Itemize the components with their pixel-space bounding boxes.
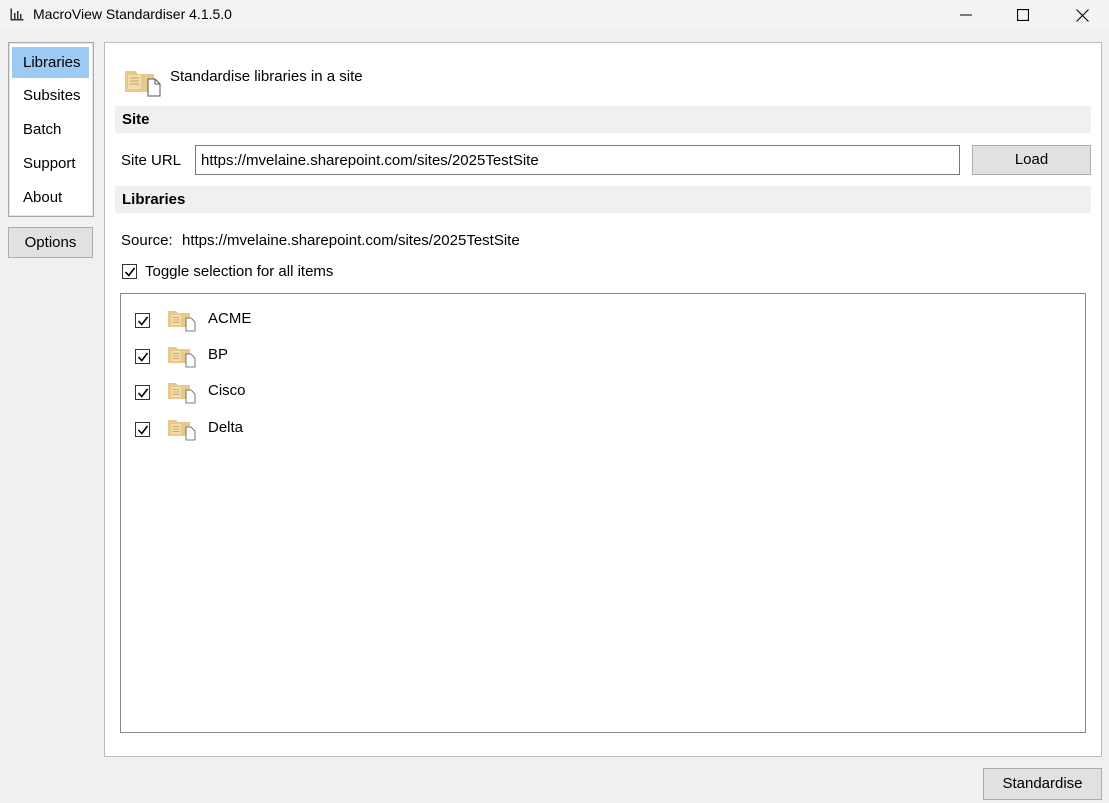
app-icon (10, 8, 24, 21)
toggle-all-checkbox[interactable] (122, 264, 137, 279)
checkmark-icon (137, 425, 149, 435)
source-label: Source: (121, 232, 173, 249)
nav-item-libraries[interactable]: Libraries (12, 47, 89, 78)
library-icon (168, 383, 196, 404)
library-name: Delta (208, 419, 244, 436)
site-url-label: Site URL (121, 152, 182, 169)
checkmark-icon (137, 316, 149, 326)
nav-item-subsites[interactable]: Subsites (12, 80, 89, 111)
library-checkbox[interactable] (135, 422, 150, 437)
toggle-all-label[interactable]: Toggle selection for all items (145, 263, 333, 280)
library-icon (125, 71, 161, 97)
library-icon (168, 311, 196, 332)
checkmark-icon (137, 388, 149, 398)
library-name: BP (208, 346, 229, 363)
library-icon (168, 347, 196, 368)
load-button[interactable]: Load (972, 145, 1091, 175)
close-button[interactable] (1053, 0, 1109, 30)
library-checkbox[interactable] (135, 313, 150, 328)
close-icon (1075, 8, 1089, 22)
maximize-icon (1017, 9, 1029, 21)
libraries-list (120, 293, 1086, 733)
nav-item-about[interactable]: About (12, 182, 89, 213)
library-checkbox[interactable] (135, 349, 150, 364)
checkmark-icon (137, 352, 149, 362)
maximize-button[interactable] (994, 0, 1052, 30)
libraries-section-header: Libraries (115, 186, 1091, 213)
nav-item-support[interactable]: Support (12, 148, 89, 179)
window-title: MacroView Standardiser 4.1.5.0 (33, 6, 232, 22)
minimize-icon (960, 14, 972, 16)
nav-item-batch[interactable]: Batch (12, 114, 89, 145)
library-checkbox[interactable] (135, 385, 150, 400)
library-icon (168, 420, 196, 441)
page-title: Standardise libraries in a site (170, 68, 363, 85)
nav-panel: Libraries Subsites Batch Support About (8, 42, 94, 217)
library-name: Cisco (208, 382, 246, 399)
checkmark-icon (124, 267, 136, 277)
options-button[interactable]: Options (8, 227, 93, 258)
site-url-input[interactable] (195, 145, 960, 175)
library-name: ACME (208, 310, 252, 327)
minimize-button[interactable] (937, 0, 995, 30)
site-section-header: Site (115, 106, 1091, 133)
source-value: https://mvelaine.sharepoint.com/sites/20… (182, 232, 520, 249)
standardise-button[interactable]: Standardise (983, 768, 1102, 800)
